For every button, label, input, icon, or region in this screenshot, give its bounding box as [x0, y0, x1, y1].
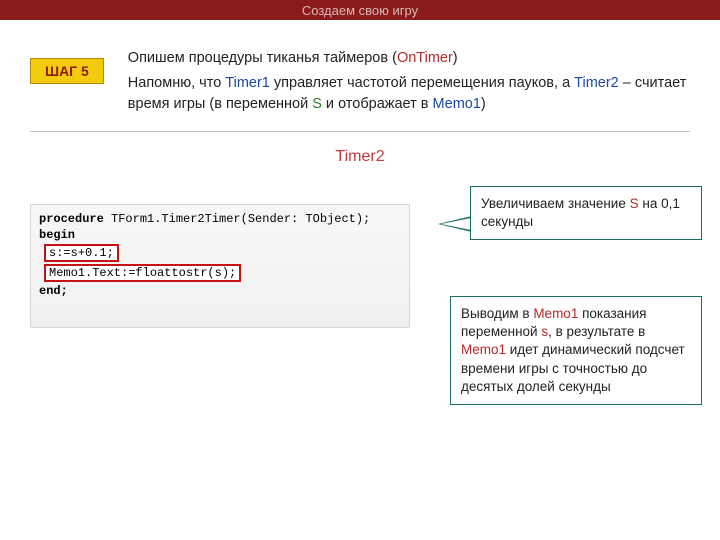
c1-s: S: [630, 196, 639, 211]
code-line-5: end;: [31, 283, 409, 299]
intro-l2-p4: и отображает в: [322, 96, 433, 112]
c1-pre: Увеличиваем значение: [481, 196, 630, 211]
step-badge: ШАГ 5: [30, 58, 104, 84]
intro-l1-post: ): [453, 50, 458, 66]
code-l1-rest: TForm1.Timer2Timer(Sender: TObject);: [104, 212, 370, 226]
memo1-keyword: Memo1: [433, 96, 481, 112]
code-line-4: Memo1.Text:=floattostr(s);: [31, 263, 409, 283]
c2-memo1a: Memo1: [533, 306, 578, 321]
code-line-1: procedure TForm1.Timer2Timer(Sender: TOb…: [31, 211, 409, 227]
c2-memo1b: Memo1: [461, 342, 506, 357]
highlight-line-1: s:=s+0.1;: [44, 244, 119, 262]
intro-line1: Опишем процедуры тиканья таймеров (OnTim…: [128, 48, 690, 69]
intro-l2-p2: управляет частотой перемещения пауков, а: [270, 75, 574, 91]
highlight-line-2: Memo1.Text:=floattostr(s);: [44, 264, 241, 282]
timer1-keyword: Timer1: [225, 75, 270, 91]
callout1-tail-inner: [441, 218, 471, 230]
code-kw-procedure: procedure: [39, 212, 104, 226]
intro-l1-pre: Опишем процедуры тиканья таймеров (: [128, 50, 397, 66]
divider: [30, 131, 690, 132]
intro-l2-p1: Напомню, что: [128, 75, 226, 91]
timer2-keyword: Timer2: [574, 75, 619, 91]
ontimer-keyword: OnTimer: [397, 50, 453, 66]
s-var-keyword: S: [312, 96, 322, 112]
page-banner: Создаем свою игру: [0, 0, 720, 20]
callout-output: Выводим в Memo1 показания переменной s, …: [450, 296, 702, 405]
code-line-3: s:=s+0.1;: [31, 243, 409, 263]
intro-line2: Напомню, что Timer1 управляет частотой п…: [128, 73, 690, 115]
timer2-label: Timer2: [30, 148, 690, 166]
code-panel: procedure TForm1.Timer2Timer(Sender: TOb…: [30, 204, 410, 328]
code-line-2: begin: [31, 227, 409, 243]
c2-p3: , в результате в: [548, 324, 645, 339]
intro-l2-p5: ): [481, 96, 486, 112]
c2-p1: Выводим в: [461, 306, 533, 321]
callout-increment: Увеличиваем значение S на 0,1 секунды: [470, 186, 702, 240]
